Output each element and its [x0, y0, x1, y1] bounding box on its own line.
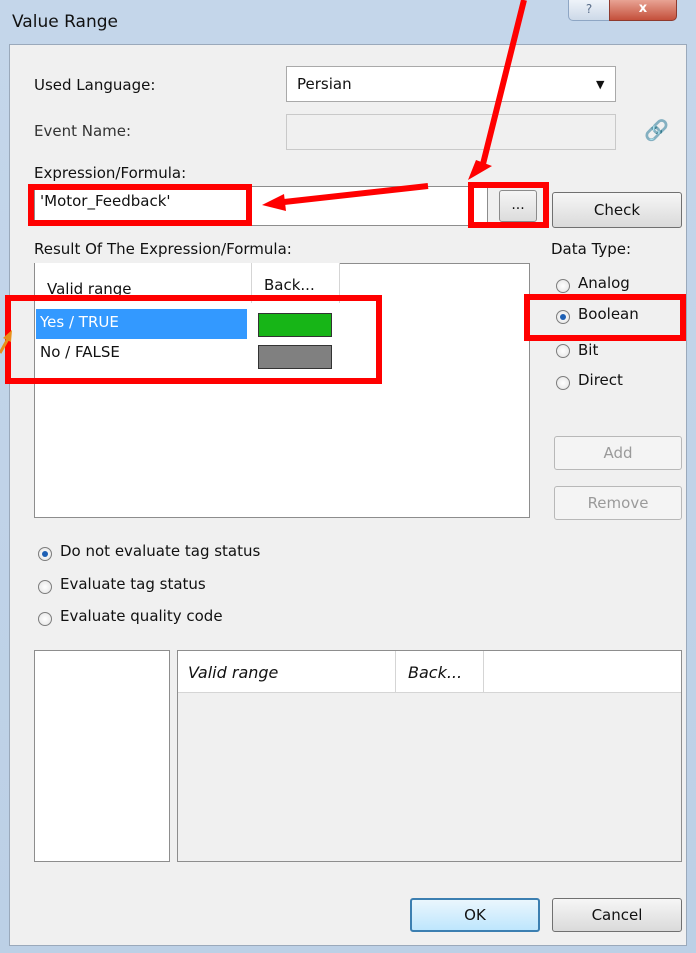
annotation-arrowhead-left — [262, 194, 286, 211]
annotation-arrows — [0, 0, 527, 354]
annotation-arrowhead-down — [468, 160, 492, 180]
annotation-arrowhead-orange — [3, 330, 12, 342]
annotation-arrow-left-line — [283, 183, 429, 205]
annotation-arrow-down-line — [479, 0, 527, 169]
